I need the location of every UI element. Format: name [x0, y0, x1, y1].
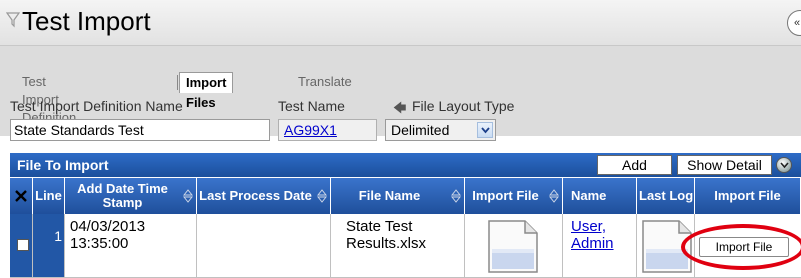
column-line[interactable]: Line	[33, 178, 65, 214]
row-checkbox[interactable]	[17, 239, 29, 251]
row-add-date: 04/03/2013	[70, 218, 146, 235]
sort-icon[interactable]	[548, 189, 560, 206]
column-import-file-label: Import File	[472, 188, 539, 203]
row-file-name-line1: State Test	[346, 218, 413, 235]
definition-name-label: Test Import Definition Name	[10, 98, 183, 114]
row-line-number: 1	[33, 214, 65, 278]
row-add-time: 13:35:00	[70, 235, 129, 252]
arrow-left-icon: 🡄	[393, 100, 407, 115]
row-file-name-line2: Results.xlsx	[346, 235, 427, 252]
document-icon[interactable]	[487, 219, 539, 273]
expand-circle-icon[interactable]	[776, 157, 792, 173]
sort-icon[interactable]	[182, 189, 194, 206]
test-name-label: Test Name	[278, 98, 345, 114]
row-last-process-date	[197, 214, 331, 278]
file-layout-label: File Layout Type	[412, 98, 515, 114]
definition-name-field[interactable]: State Standards Test	[10, 119, 270, 141]
row-name-cell: User, Admin	[563, 214, 637, 278]
sort-icon[interactable]	[450, 189, 462, 206]
file-layout-value: Delimited	[391, 122, 450, 138]
test-name-link[interactable]: AG99X1	[278, 119, 377, 141]
tab-divider	[177, 75, 178, 90]
title-bar: Test Import «	[0, 0, 801, 46]
show-detail-button[interactable]: Show Detail	[677, 155, 772, 175]
column-import-file[interactable]: Import File	[465, 178, 563, 214]
collapse-icon[interactable]: «	[787, 10, 801, 36]
file-layout-select[interactable]: Delimited	[385, 119, 496, 141]
tab-translate[interactable]: Translate	[292, 73, 358, 92]
grid-header: Line Add Date Time Stamp Last Process Da…	[10, 178, 801, 214]
column-last-log[interactable]: Last Log	[637, 178, 695, 214]
chevron-down-icon[interactable]	[477, 122, 493, 138]
tab-test-import-definition[interactable]: Test Import Definition	[16, 73, 82, 125]
select-all-icon[interactable]	[10, 178, 33, 214]
annotation-circle	[681, 224, 801, 270]
column-add-date[interactable]: Add Date Time Stamp	[65, 178, 197, 214]
row-import-file-cell	[465, 214, 563, 278]
column-file-name[interactable]: File Name	[331, 178, 465, 214]
row-name-line1[interactable]: User,	[571, 218, 606, 235]
row-name-line2[interactable]: Admin	[571, 235, 614, 252]
row-file-name-cell: State Test Results.xlsx	[331, 214, 465, 278]
section-title: File To Import	[17, 157, 109, 173]
add-button[interactable]: Add	[597, 155, 672, 175]
column-last-process-date[interactable]: Last Process Date	[197, 178, 331, 214]
row-add-date-cell: 04/03/2013 13:35:00	[65, 214, 197, 278]
column-file-name-label: File Name	[358, 188, 421, 203]
column-last-process-date-label: Last Process Date	[199, 188, 312, 203]
tab-import-files[interactable]: Import Files	[179, 72, 234, 110]
column-import-action: Import File	[695, 178, 801, 214]
funnel-icon[interactable]	[5, 12, 21, 31]
row-select-cell	[10, 214, 33, 278]
column-add-date-label: Add Date Time Stamp	[77, 181, 168, 210]
page-title: Test Import	[22, 6, 151, 36]
sort-icon[interactable]	[316, 189, 328, 206]
column-name[interactable]: Name	[563, 178, 637, 214]
